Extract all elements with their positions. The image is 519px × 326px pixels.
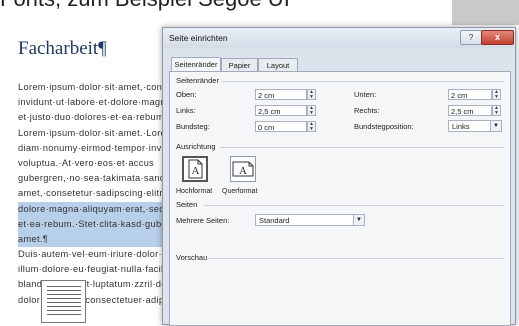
right-margin-field[interactable]: 2,5 cm [448, 105, 492, 116]
gutter-position-select[interactable]: Links ▼ [448, 120, 502, 132]
bottom-margin-spinner[interactable]: ▲ ▼ [492, 89, 501, 100]
dialog-title: Seite einrichten [169, 33, 228, 43]
top-margin-spinner[interactable]: ▲ ▼ [307, 89, 316, 100]
gutter-position-label: Bundstegposition: [354, 122, 414, 131]
top-margin-label: Oben: [176, 90, 197, 99]
preview-line [47, 298, 81, 299]
bottom-margin-field[interactable]: 2 cm [448, 89, 492, 100]
preview-line [47, 314, 81, 315]
preview-line [47, 306, 81, 307]
close-button[interactable]: x [481, 30, 514, 45]
bottom-margin-label: Unten: [354, 90, 377, 99]
gutter-position-value: Links [452, 122, 470, 131]
orientation-section-title: Ausrichtung [176, 142, 216, 151]
right-margin-label: Rechts: [354, 106, 380, 115]
tab-panel-seitenraender: Seitenränder Oben: 2 cm ▲ ▼ Unten: 2 cm ▲… [169, 71, 511, 326]
preview-section-title: Vorschau [176, 253, 208, 262]
gutter-spinner[interactable]: ▲ ▼ [307, 121, 316, 132]
top-margin-field[interactable]: 2 cm [255, 89, 307, 100]
multiple-pages-select[interactable]: Standard ▼ [255, 214, 365, 226]
page-setup-dialog: Seite einrichten ? x Seitenränder Papier… [162, 27, 516, 326]
multiple-pages-value: Standard [259, 216, 290, 225]
margins-section-title: Seitenränder [176, 76, 219, 85]
preview-line [47, 286, 81, 287]
chevron-down-icon[interactable]: ▼ [353, 215, 364, 225]
left-margin-label: Links: [176, 106, 196, 115]
portrait-glyph: A [192, 165, 200, 177]
gutter-label: Bundsteg: [176, 122, 210, 131]
portrait-page-icon: A [188, 159, 203, 179]
gutter-field[interactable]: 0 cm [255, 121, 307, 132]
tab-papier[interactable]: Papier [221, 58, 258, 72]
preview-line [47, 294, 81, 295]
help-button[interactable]: ? [460, 30, 482, 45]
section-divider [222, 81, 504, 82]
section-divider [204, 205, 504, 206]
section-divider [206, 258, 504, 259]
portrait-button[interactable]: A [182, 156, 208, 182]
section-divider [220, 147, 504, 148]
left-margin-field[interactable]: 2,5 cm [255, 105, 307, 116]
preview-line [47, 302, 81, 303]
left-margin-spinner[interactable]: ▲ ▼ [307, 105, 316, 116]
document-title: Facharbeit¶ [18, 38, 107, 59]
landscape-glyph: A [239, 165, 247, 177]
pages-section-title: Seiten [176, 200, 198, 209]
dialog-titlebar[interactable]: Seite einrichten ? x [163, 28, 515, 48]
portrait-label[interactable]: Hochformat [176, 188, 212, 195]
landscape-label[interactable]: Querformat [222, 188, 257, 195]
chevron-down-icon[interactable]: ▼ [490, 121, 501, 131]
tab-seitenraender[interactable]: Seitenränder [171, 57, 221, 72]
preview-line [47, 310, 81, 311]
landscape-page-icon: A [232, 161, 254, 177]
preview-line [47, 290, 81, 291]
page-preview [41, 280, 86, 323]
tab-layout[interactable]: Layout [258, 58, 298, 72]
landscape-button[interactable]: A [230, 156, 256, 182]
multiple-pages-label: Mehrere Seiten: [176, 216, 230, 225]
right-margin-spinner[interactable]: ▲ ▼ [492, 105, 501, 116]
